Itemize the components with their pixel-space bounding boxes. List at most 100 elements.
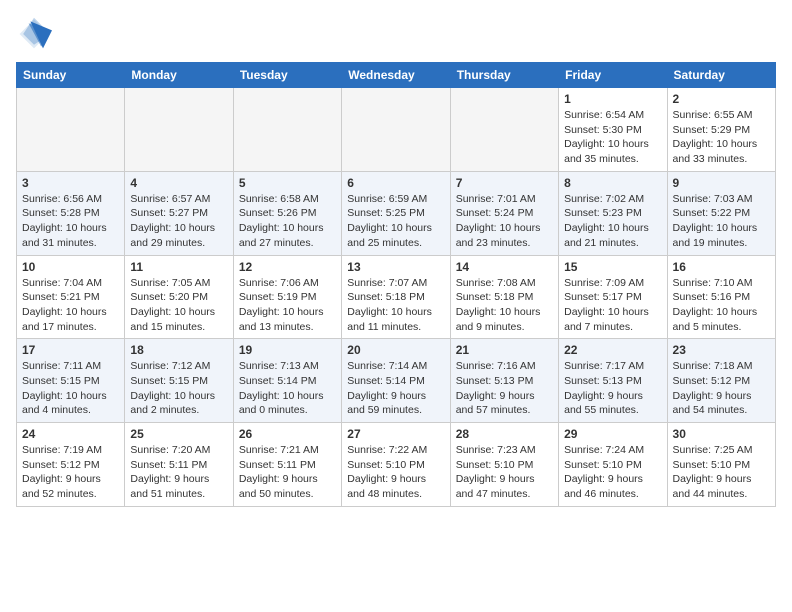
day-cell-18: 18Sunrise: 7:12 AM Sunset: 5:15 PM Dayli… xyxy=(125,339,233,423)
day-cell-17: 17 Sunrise: 7:11 AM Sunset: 5:15 PM Dayli… xyxy=(17,339,125,423)
weekday-header-wednesday: Wednesday xyxy=(342,63,450,88)
logo xyxy=(16,16,56,52)
day-info: Sunrise: 6:58 AM Sunset: 5:26 PM Dayligh… xyxy=(239,192,336,251)
day-number: 11 xyxy=(130,260,227,274)
day-number: 3 xyxy=(22,176,119,190)
weekday-header-thursday: Thursday xyxy=(450,63,558,88)
day-info: Sunrise: 7:09 AM Sunset: 5:17 PM Dayligh… xyxy=(564,276,661,335)
day-info: Sunrise: 6:54 AM Sunset: 5:30 PM Dayligh… xyxy=(564,108,661,167)
day-number: 20 xyxy=(347,343,444,357)
day-number: 17 xyxy=(22,343,119,357)
day-info: Sunrise: 6:59 AM Sunset: 5:25 PM Dayligh… xyxy=(347,192,444,251)
day-info: Sunrise: 6:57 AM Sunset: 5:27 PM Dayligh… xyxy=(130,192,227,251)
day-number: 19 xyxy=(239,343,336,357)
day-info: Sunrise: 7:04 AM Sunset: 5:21 PM Dayligh… xyxy=(22,276,119,335)
day-cell-26: 26 Sunrise: 7:21 AM Sunset: 5:11 PM Dayli… xyxy=(233,423,341,507)
weekday-header-saturday: Saturday xyxy=(667,63,775,88)
day-info: Sunrise: 7:14 AM Sunset: 5:14 PM Dayligh… xyxy=(347,359,444,418)
day-cell-12: 12 Sunrise: 7:06 AM Sunset: 5:19 PM Dayli… xyxy=(233,255,341,339)
day-number: 25 xyxy=(130,427,227,441)
day-cell-27: 27 Sunrise: 7:22 AM Sunset: 5:10 PM Dayli… xyxy=(342,423,450,507)
day-info: Sunrise: 7:08 AM Sunset: 5:18 PM Dayligh… xyxy=(456,276,553,335)
day-number: 21 xyxy=(456,343,553,357)
day-info: Sunrise: 7:10 AM Sunset: 5:16 PM Dayligh… xyxy=(673,276,770,335)
day-cell-21: 21 Sunrise: 7:16 AM Sunset: 5:13 PM Dayli… xyxy=(450,339,558,423)
day-number: 14 xyxy=(456,260,553,274)
day-cell-29: 29 Sunrise: 7:24 AM Sunset: 5:10 PM Dayli… xyxy=(559,423,667,507)
day-cell-20: 20 Sunrise: 7:14 AM Sunset: 5:14 PM Dayli… xyxy=(342,339,450,423)
day-cell-1: 1 Sunrise: 6:54 AM Sunset: 5:30 PM Daylig… xyxy=(559,88,667,172)
day-number: 12 xyxy=(239,260,336,274)
day-number: 26 xyxy=(239,427,336,441)
day-cell-4: 4Sunrise: 6:57 AM Sunset: 5:27 PM Daylig… xyxy=(125,171,233,255)
day-info: Sunrise: 7:01 AM Sunset: 5:24 PM Dayligh… xyxy=(456,192,553,251)
day-cell-13: 13Sunrise: 7:07 AM Sunset: 5:18 PM Dayli… xyxy=(342,255,450,339)
day-number: 1 xyxy=(564,92,661,106)
day-info: Sunrise: 7:03 AM Sunset: 5:22 PM Dayligh… xyxy=(673,192,770,251)
day-number: 10 xyxy=(22,260,119,274)
day-info: Sunrise: 7:21 AM Sunset: 5:11 PM Dayligh… xyxy=(239,443,336,502)
day-cell-24: 24Sunrise: 7:19 AM Sunset: 5:12 PM Dayli… xyxy=(17,423,125,507)
day-info: Sunrise: 7:11 AM Sunset: 5:15 PM Dayligh… xyxy=(22,359,119,418)
day-number: 8 xyxy=(564,176,661,190)
week-row-1: 1 Sunrise: 6:54 AM Sunset: 5:30 PM Daylig… xyxy=(17,88,776,172)
day-number: 2 xyxy=(673,92,770,106)
week-row-5: 24Sunrise: 7:19 AM Sunset: 5:12 PM Dayli… xyxy=(17,423,776,507)
empty-cell xyxy=(125,88,233,172)
day-number: 28 xyxy=(456,427,553,441)
weekday-header-row: SundayMondayTuesdayWednesdayThursdayFrid… xyxy=(17,63,776,88)
day-number: 27 xyxy=(347,427,444,441)
day-info: Sunrise: 7:07 AM Sunset: 5:18 PM Dayligh… xyxy=(347,276,444,335)
day-number: 24 xyxy=(22,427,119,441)
day-info: Sunrise: 7:20 AM Sunset: 5:11 PM Dayligh… xyxy=(130,443,227,502)
day-info: Sunrise: 7:13 AM Sunset: 5:14 PM Dayligh… xyxy=(239,359,336,418)
weekday-header-tuesday: Tuesday xyxy=(233,63,341,88)
day-number: 23 xyxy=(673,343,770,357)
week-row-4: 17 Sunrise: 7:11 AM Sunset: 5:15 PM Dayli… xyxy=(17,339,776,423)
weekday-header-monday: Monday xyxy=(125,63,233,88)
day-number: 15 xyxy=(564,260,661,274)
day-info: Sunrise: 7:17 AM Sunset: 5:13 PM Dayligh… xyxy=(564,359,661,418)
day-cell-7: 7 Sunrise: 7:01 AM Sunset: 5:24 PM Daylig… xyxy=(450,171,558,255)
day-cell-11: 11 Sunrise: 7:05 AM Sunset: 5:20 PM Dayli… xyxy=(125,255,233,339)
weekday-header-friday: Friday xyxy=(559,63,667,88)
day-info: Sunrise: 7:18 AM Sunset: 5:12 PM Dayligh… xyxy=(673,359,770,418)
page: SundayMondayTuesdayWednesdayThursdayFrid… xyxy=(0,0,792,519)
day-cell-30: 30 Sunrise: 7:25 AM Sunset: 5:10 PM Dayli… xyxy=(667,423,775,507)
week-row-2: 3Sunrise: 6:56 AM Sunset: 5:28 PM Daylig… xyxy=(17,171,776,255)
day-cell-3: 3Sunrise: 6:56 AM Sunset: 5:28 PM Daylig… xyxy=(17,171,125,255)
day-cell-16: 16 Sunrise: 7:10 AM Sunset: 5:16 PM Dayli… xyxy=(667,255,775,339)
day-number: 7 xyxy=(456,176,553,190)
day-cell-8: 8 Sunrise: 7:02 AM Sunset: 5:23 PM Daylig… xyxy=(559,171,667,255)
empty-cell xyxy=(342,88,450,172)
day-cell-23: 23 Sunrise: 7:18 AM Sunset: 5:12 PM Dayli… xyxy=(667,339,775,423)
day-number: 6 xyxy=(347,176,444,190)
day-info: Sunrise: 7:05 AM Sunset: 5:20 PM Dayligh… xyxy=(130,276,227,335)
day-info: Sunrise: 7:16 AM Sunset: 5:13 PM Dayligh… xyxy=(456,359,553,418)
day-cell-10: 10 Sunrise: 7:04 AM Sunset: 5:21 PM Dayli… xyxy=(17,255,125,339)
day-cell-22: 22 Sunrise: 7:17 AM Sunset: 5:13 PM Dayli… xyxy=(559,339,667,423)
day-info: Sunrise: 7:06 AM Sunset: 5:19 PM Dayligh… xyxy=(239,276,336,335)
day-info: Sunrise: 7:23 AM Sunset: 5:10 PM Dayligh… xyxy=(456,443,553,502)
day-number: 22 xyxy=(564,343,661,357)
day-info: Sunrise: 7:02 AM Sunset: 5:23 PM Dayligh… xyxy=(564,192,661,251)
day-cell-14: 14 Sunrise: 7:08 AM Sunset: 5:18 PM Dayli… xyxy=(450,255,558,339)
weekday-header-sunday: Sunday xyxy=(17,63,125,88)
day-cell-9: 9Sunrise: 7:03 AM Sunset: 5:22 PM Daylig… xyxy=(667,171,775,255)
day-number: 5 xyxy=(239,176,336,190)
day-cell-5: 5 Sunrise: 6:58 AM Sunset: 5:26 PM Daylig… xyxy=(233,171,341,255)
day-cell-6: 6 Sunrise: 6:59 AM Sunset: 5:25 PM Daylig… xyxy=(342,171,450,255)
day-info: Sunrise: 7:24 AM Sunset: 5:10 PM Dayligh… xyxy=(564,443,661,502)
day-cell-2: 2Sunrise: 6:55 AM Sunset: 5:29 PM Daylig… xyxy=(667,88,775,172)
day-number: 16 xyxy=(673,260,770,274)
day-info: Sunrise: 7:22 AM Sunset: 5:10 PM Dayligh… xyxy=(347,443,444,502)
day-info: Sunrise: 7:25 AM Sunset: 5:10 PM Dayligh… xyxy=(673,443,770,502)
day-cell-28: 28 Sunrise: 7:23 AM Sunset: 5:10 PM Dayli… xyxy=(450,423,558,507)
calendar-table: SundayMondayTuesdayWednesdayThursdayFrid… xyxy=(16,62,776,507)
day-info: Sunrise: 7:12 AM Sunset: 5:15 PM Dayligh… xyxy=(130,359,227,418)
logo-icon xyxy=(16,16,52,52)
day-number: 30 xyxy=(673,427,770,441)
empty-cell xyxy=(17,88,125,172)
day-number: 29 xyxy=(564,427,661,441)
header xyxy=(16,16,776,52)
